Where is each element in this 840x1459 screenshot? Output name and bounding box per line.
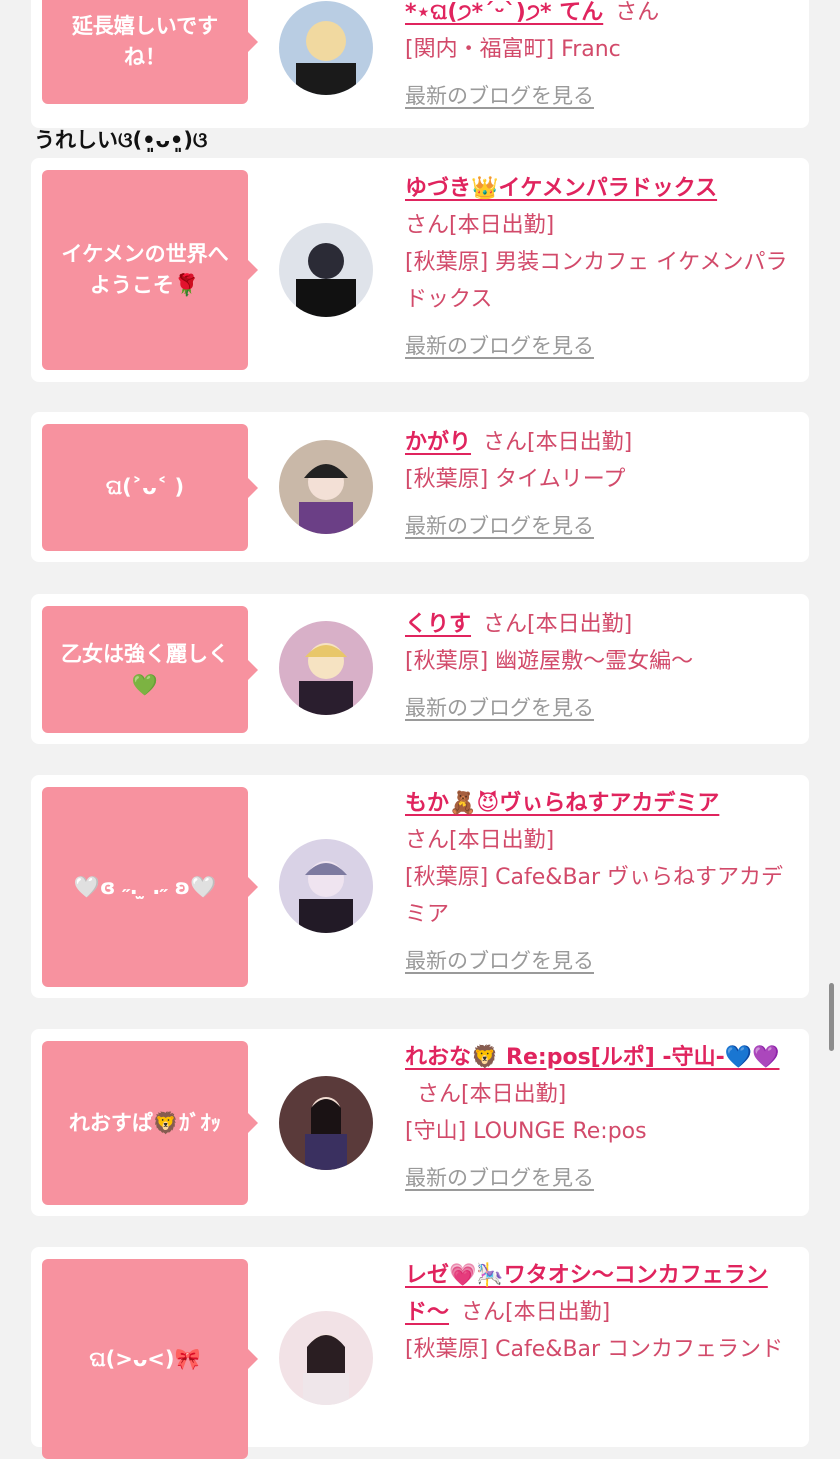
san-label: さん[本日出勤]: [405, 213, 555, 238]
shop-label: [秋葉原] 幽遊屋敷〜霊女編〜: [405, 649, 694, 674]
shop-label: [秋葉原] タイムリープ: [405, 467, 626, 492]
avatar-image: [296, 243, 356, 317]
girl-info: かがり さん[本日出勤] [秋葉原] タイムリープ 最新のブログを見る: [405, 424, 801, 545]
bubble-text: ଘ(˃ᴗ˂ ): [105, 475, 185, 499]
san-label: さん[本日出勤]: [483, 430, 633, 455]
comment-bubble: イケメンの世界へようこそ🌹: [42, 170, 258, 370]
bubble-text: 延長嬉しいですね！: [71, 14, 219, 69]
girl-info: ゆづき👑イケメンパラドックス さん[本日出勤] [秋葉原] 男装コンカフェ イケ…: [405, 170, 801, 365]
avatar-image: [299, 643, 353, 715]
avatar-image: [299, 861, 353, 933]
avatar[interactable]: [279, 621, 373, 715]
avatar[interactable]: [279, 1311, 373, 1405]
shop-label: [秋葉原] 男装コンカフェ イケメンパラドックス: [405, 250, 788, 312]
avatar[interactable]: [279, 839, 373, 933]
san-label: さん[本日出勤]: [405, 828, 555, 853]
girl-card: ଘ(˃ᴗ˂ ) かがり さん[本日出勤] [秋葉原] タイムリープ 最新のブログを…: [31, 412, 809, 562]
latest-blog-link[interactable]: 最新のブログを見る: [405, 943, 594, 980]
girl-info: *⋆ଘ(੭*ˊᵕˋ)੭* てん さん [関内・福富町] Franc 最新のブログを…: [405, 0, 801, 115]
latest-blog-link[interactable]: 最新のブログを見る: [405, 328, 594, 365]
girl-name-link[interactable]: くりす: [405, 612, 471, 637]
shop-label: [守山] LOUNGE Re:pos: [405, 1119, 647, 1144]
comment-bubble: ଘ(˃ᴗ˂ ): [42, 424, 258, 551]
comment-bubble: ଘ(>ᴗ<)🎀: [42, 1259, 258, 1459]
san-label: さん[本日出勤]: [461, 1300, 611, 1325]
avatar[interactable]: [279, 1, 373, 95]
latest-blog-link[interactable]: 最新のブログを見る: [405, 690, 594, 727]
girl-info: もか🧸😈ヴぃらねすアカデミア さん[本日出勤] [秋葉原] Cafe&Bar ヴ…: [405, 785, 801, 980]
avatar[interactable]: [279, 1076, 373, 1170]
girl-info: れおな🦁 Re:pos[ルポ] -守山-💙💜 さん[本日出勤] [守山] LOUN…: [405, 1039, 801, 1197]
girl-name-link[interactable]: かがり: [405, 430, 471, 455]
shop-label: [秋葉原] Cafe&Bar コンカフェランド: [405, 1337, 784, 1362]
comment-bubble: 🤍ɞ ˶. ̫ .˶ ʚ🤍: [42, 787, 258, 987]
latest-blog-link[interactable]: 最新のブログを見る: [405, 508, 594, 545]
avatar[interactable]: [279, 223, 373, 317]
avatar[interactable]: [279, 440, 373, 534]
girl-info: レゼ💗🎠ワタオシ〜コンカフェランド〜 さん[本日出勤] [秋葉原] Cafe&Ba…: [405, 1257, 801, 1368]
girl-info: くりす さん[本日出勤] [秋葉原] 幽遊屋敷〜霊女編〜 最新のブログを見る: [405, 606, 801, 727]
comment-bubble: 延長嬉しいですね！: [42, 0, 258, 104]
girl-name-link[interactable]: れおな🦁 Re:pos[ルポ] -守山-💙💜: [405, 1045, 779, 1070]
girl-card: 🤍ɞ ˶. ̫ .˶ ʚ🤍 もか🧸😈ヴぃらねすアカデミア さん[本日出勤] [秋…: [31, 775, 809, 998]
avatar-image: [303, 1334, 349, 1405]
san-label: さん[本日出勤]: [417, 1082, 567, 1107]
comment-text: うれしいଓ(•͈ᴗ•͈)ଓ: [34, 128, 208, 152]
comment-bubble: 乙女は強く麗しく💚: [42, 606, 258, 733]
bubble-text: イケメンの世界へようこそ🌹: [61, 242, 229, 297]
san-label: さん[本日出勤]: [483, 612, 633, 637]
girl-card: ଘ(>ᴗ<)🎀 レゼ💗🎠ワタオシ〜コンカフェランド〜 さん[本日出勤] [秋葉原]…: [31, 1247, 809, 1459]
shop-label: [関内・福富町] Franc: [405, 37, 621, 62]
bubble-text: れおすぱ🦁ｶﾞｵｯ: [68, 1110, 222, 1135]
girl-name-link[interactable]: ゆづき👑イケメンパラドックス: [405, 176, 717, 201]
avatar-image: [296, 21, 356, 95]
girl-card: 乙女は強く麗しく💚 くりす さん[本日出勤] [秋葉原] 幽遊屋敷〜霊女編〜 最新…: [31, 594, 809, 744]
girl-card: れおすぱ🦁ｶﾞｵｯ れおな🦁 Re:pos[ルポ] -守山-💙💜 さん[本日出勤]…: [31, 1029, 809, 1216]
scrollbar-thumb[interactable]: [829, 983, 834, 1051]
bubble-text: 🤍ɞ ˶. ̫ .˶ ʚ🤍: [73, 874, 217, 899]
girl-name-link[interactable]: もか🧸😈ヴぃらねすアカデミア: [405, 791, 719, 816]
bubble-text: ଘ(>ᴗ<)🎀: [89, 1346, 201, 1371]
avatar-image: [305, 1097, 347, 1170]
girl-card: 延長嬉しいですね！ *⋆ଘ(੭*ˊᵕˋ)੭* てん さん [関内・福富町] Fra…: [31, 0, 809, 128]
girl-name-link[interactable]: *⋆ଘ(੭*ˊᵕˋ)੭* てん: [405, 0, 603, 25]
girl-card: イケメンの世界へようこそ🌹 ゆづき👑イケメンパラドックス さん[本日出勤] [秋…: [31, 158, 809, 382]
latest-blog-link[interactable]: 最新のブログを見る: [405, 1160, 594, 1197]
shop-label: [秋葉原] Cafe&Bar ヴぃらねすアカデミア: [405, 865, 784, 927]
san-label: さん: [615, 0, 660, 25]
comment-bubble: れおすぱ🦁ｶﾞｵｯ: [42, 1041, 258, 1205]
latest-blog-link[interactable]: 最新のブログを見る: [405, 78, 594, 115]
bubble-text: 乙女は強く麗しく💚: [61, 641, 229, 697]
avatar-image: [299, 464, 353, 534]
